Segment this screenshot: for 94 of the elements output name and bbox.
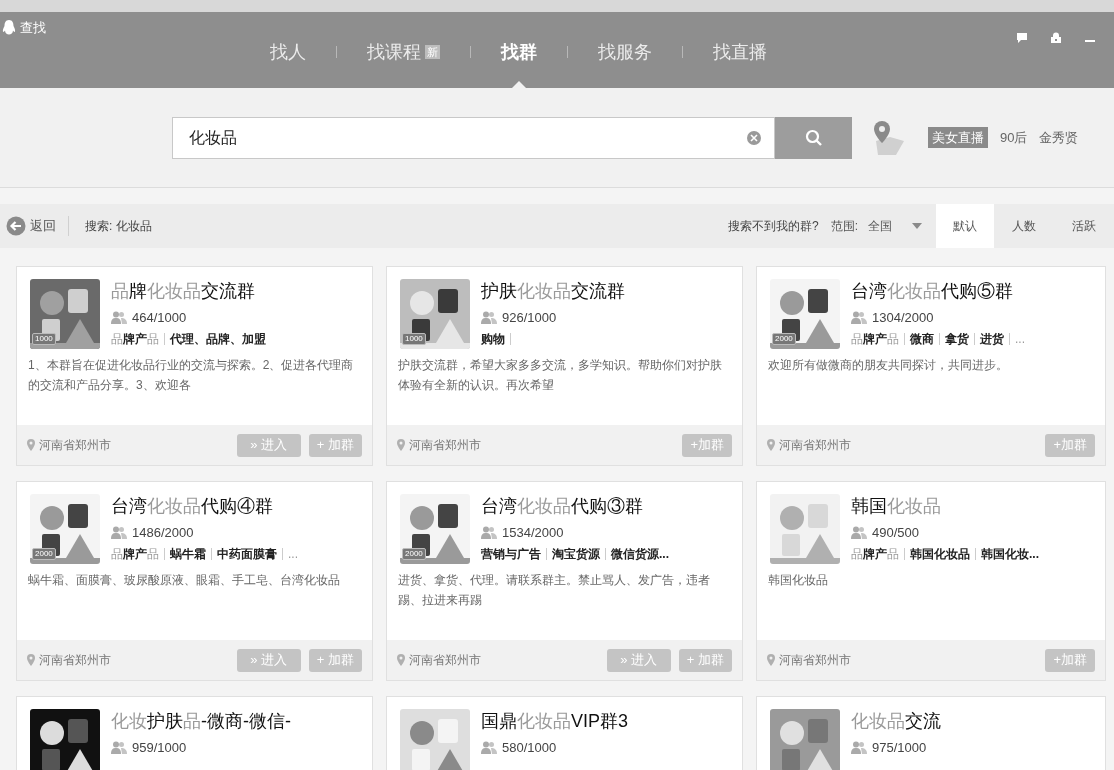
not-found-link[interactable]: 搜索不到我的群? bbox=[727, 217, 819, 235]
member-count: 975/1000 bbox=[872, 739, 927, 757]
location-text: 河南省郑州市 bbox=[39, 652, 111, 669]
tag-label: 进货 bbox=[980, 330, 1004, 348]
member-count: 1534/2000 bbox=[502, 524, 564, 542]
clear-icon[interactable] bbox=[746, 129, 762, 146]
members-icon bbox=[481, 311, 497, 325]
tag-label: 购物 bbox=[481, 330, 505, 348]
location-pin-icon bbox=[397, 654, 405, 666]
tab[interactable]: 找服务 bbox=[598, 32, 652, 72]
member-count: 959/1000 bbox=[132, 739, 187, 757]
tag-label: 微商 bbox=[910, 330, 934, 348]
hot-search-link[interactable]: 金秀贤 bbox=[1039, 127, 1079, 148]
tag-label: 代理、品牌、加盟 bbox=[170, 330, 266, 348]
group-description: 欢迎所有做微商的朋友共同探讨，共同进步。 bbox=[768, 357, 1009, 374]
sort-tab[interactable]: 默认 bbox=[936, 204, 994, 248]
penguin-icon bbox=[2, 19, 16, 36]
tag-label: 中药面膜膏 bbox=[217, 545, 277, 563]
location-pin-icon bbox=[27, 654, 35, 666]
members-icon bbox=[851, 311, 867, 325]
tab[interactable]: 找课程 新 bbox=[367, 32, 440, 72]
hot-search-link[interactable]: 90后 bbox=[1000, 127, 1028, 148]
tag-label: 拿货 bbox=[945, 330, 969, 348]
location-pin-icon bbox=[767, 439, 775, 451]
tag-label: ... bbox=[288, 545, 298, 563]
location-text: 河南省郑州市 bbox=[779, 437, 851, 454]
group-description: 护肤交流群，希望大家多多交流，多学知识。帮助你们对护肤体验有全新的认识。再次希望 bbox=[398, 357, 723, 394]
tag-label: 蜗牛霜 bbox=[170, 545, 206, 563]
group-title[interactable]: 护肤化妆品交流群 bbox=[481, 279, 625, 303]
member-count: 1486/2000 bbox=[132, 524, 194, 542]
group-description: 进货、拿货、代理。请联系群主。禁止骂人、发广告，违者踢、拉进来再踢 bbox=[398, 572, 711, 609]
chat-icon[interactable] bbox=[1016, 32, 1028, 44]
location-text: 河南省郑州市 bbox=[39, 437, 111, 454]
sort-tab[interactable]: 人数 bbox=[994, 204, 1054, 248]
group-description: 韩国化妆品 bbox=[768, 572, 829, 589]
group-title[interactable]: 品牌化妆品交流群 bbox=[111, 279, 266, 303]
tag-label: 淘宝货源 bbox=[552, 545, 600, 563]
scope-dropdown[interactable]: 全国 bbox=[868, 217, 936, 235]
capacity-badge: 2000 bbox=[32, 548, 56, 560]
tag-label: ... bbox=[1015, 330, 1025, 348]
location-pin-icon bbox=[27, 439, 35, 451]
member-count: 490/500 bbox=[872, 524, 919, 542]
location-text: 河南省郑州市 bbox=[779, 652, 851, 669]
caret-icon bbox=[912, 223, 922, 229]
group-title[interactable]: 台湾化妆品代购④群 bbox=[111, 494, 298, 518]
group-title[interactable]: 韩国化妆品 bbox=[851, 494, 1039, 518]
search-query: 搜索: 化妆品 bbox=[85, 218, 152, 235]
capacity-badge: 1000 bbox=[32, 333, 56, 345]
capacity-badge: 2000 bbox=[772, 333, 796, 345]
tag-label: 韩国化妆品 bbox=[910, 545, 970, 563]
back-link[interactable]: 返回 bbox=[30, 216, 69, 236]
tag-label: 品牌产品 bbox=[111, 330, 159, 348]
tag-label: 品牌产品 bbox=[851, 545, 899, 563]
window-title: 查找 bbox=[20, 19, 46, 37]
new-badge: 新 bbox=[425, 45, 440, 59]
tag-label: 韩国化妆... bbox=[981, 545, 1039, 563]
location-pin-icon bbox=[767, 654, 775, 666]
location-text: 河南省郑州市 bbox=[409, 652, 481, 669]
tag-label: 品牌产品 bbox=[111, 545, 159, 563]
capacity-badge: 2000 bbox=[402, 548, 426, 560]
location-pin-icon bbox=[397, 439, 405, 451]
scope-label: 范围: bbox=[830, 218, 858, 235]
members-icon bbox=[111, 311, 127, 325]
tab[interactable]: 找直播 bbox=[713, 32, 767, 72]
member-count: 464/1000 bbox=[132, 309, 187, 327]
tab[interactable]: 找人 bbox=[270, 32, 306, 72]
tag-label: 营销与广告 bbox=[481, 545, 541, 563]
members-icon bbox=[481, 526, 497, 540]
member-count: 926/1000 bbox=[502, 309, 557, 327]
search-button[interactable] bbox=[775, 116, 852, 159]
members-icon bbox=[851, 741, 867, 755]
group-title[interactable]: 化妆品交流 bbox=[851, 709, 941, 733]
members-icon bbox=[481, 741, 497, 755]
members-icon bbox=[111, 741, 127, 755]
group-title[interactable]: 台湾化妆品代购⑤群 bbox=[851, 279, 1025, 303]
sort-tab[interactable]: 活跃 bbox=[1054, 204, 1114, 248]
member-count: 580/1000 bbox=[502, 739, 557, 757]
group-title[interactable]: 台湾化妆品代购③群 bbox=[481, 494, 669, 518]
back-icon[interactable] bbox=[6, 216, 26, 236]
members-icon bbox=[851, 526, 867, 540]
lock-icon[interactable] bbox=[1050, 32, 1062, 44]
members-icon bbox=[111, 526, 127, 540]
location-text: 河南省郑州市 bbox=[409, 437, 481, 454]
search-field[interactable]: 化妆品 bbox=[172, 116, 775, 159]
group-title[interactable]: 国鼎化妆品VIP群3 bbox=[481, 709, 629, 733]
group-description: 1、本群旨在促进化妆品行业的交流与探索。2、促进各代理商的交流和产品分享。3、欢迎各 bbox=[28, 357, 355, 394]
group-title[interactable]: 化妆护肤品-微商-微信- bbox=[111, 709, 291, 733]
capacity-badge: 1000 bbox=[402, 333, 426, 345]
tag-label: 品牌产品 bbox=[851, 330, 899, 348]
tag-label: 微信货源... bbox=[611, 545, 669, 563]
group-description: 蜗牛霜、面膜膏、玻尿酸原液、眼霜、手工皂、台湾化妆品 bbox=[28, 572, 341, 589]
member-count: 1304/2000 bbox=[872, 309, 934, 327]
search-icon bbox=[804, 128, 823, 147]
hot-search-link[interactable]: 美女直播 bbox=[928, 126, 988, 149]
